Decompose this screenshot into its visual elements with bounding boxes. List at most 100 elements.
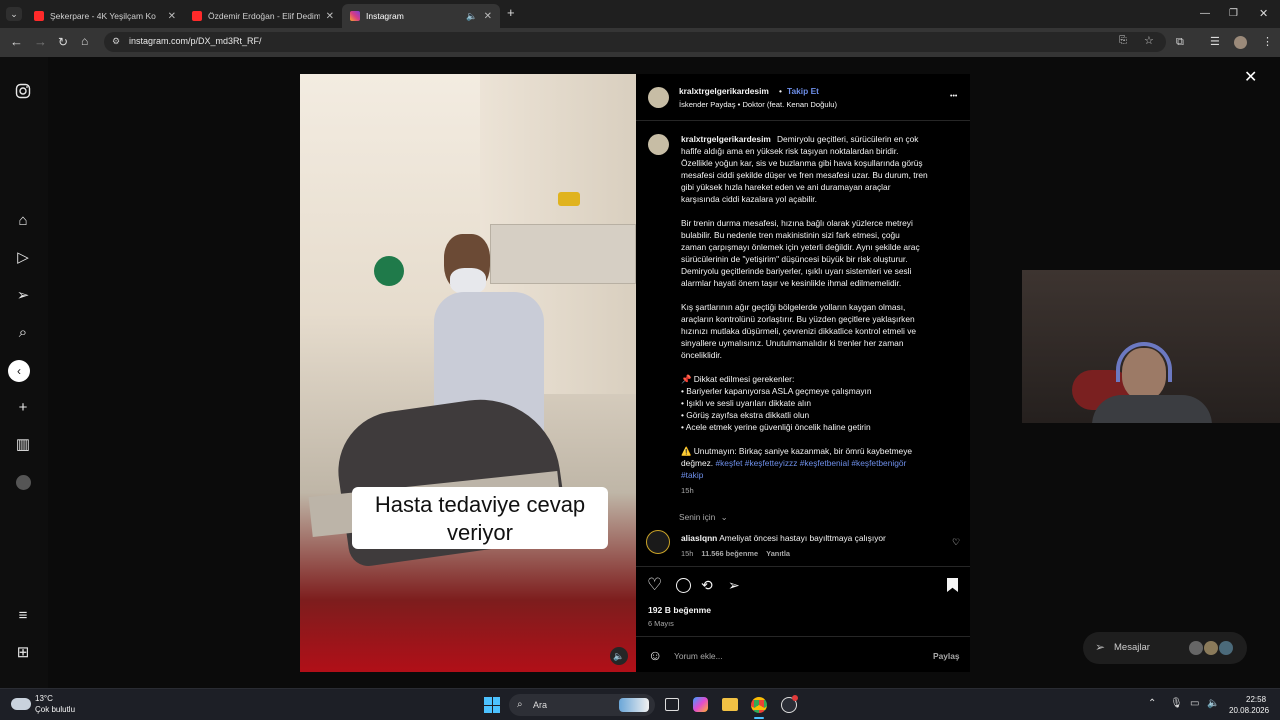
messages-button[interactable]: ➢ Mesajlar: [1083, 632, 1247, 664]
comment-meta: 15h 11.566 beğenme Yanıtla: [681, 548, 790, 560]
forward-arrow-icon[interactable]: →: [34, 35, 47, 48]
caption-line: sinyallere uymalısınız. Unutulmamalıdır …: [681, 338, 904, 348]
start-button[interactable]: [484, 697, 500, 713]
caption-line: • Acele etmek yerine güvenliği öncelik h…: [681, 422, 871, 432]
caption-line: bulabilir. Bu nedenle tren makinistinin …: [681, 230, 900, 240]
comment-username[interactable]: aliaslqnn: [681, 533, 717, 543]
save-bookmark-icon[interactable]: [947, 578, 958, 592]
taskbar-search[interactable]: ⌕ Ara: [509, 694, 655, 716]
browser-tab-1[interactable]: Şekerpare - 4K Yeşilçam Ko ✕: [26, 4, 184, 28]
reload-icon[interactable]: ↻: [58, 36, 68, 48]
speaker-icon[interactable]: 🔈: [466, 11, 477, 22]
caption-author-avatar[interactable]: [648, 134, 669, 155]
tab-title: Özdemir Erdoğan - Elif Dedim B: [208, 11, 320, 21]
display-icon[interactable]: ▭: [1190, 698, 1199, 710]
tab-close-icon[interactable]: ✕: [326, 11, 334, 22]
chrome-icon[interactable]: [751, 697, 767, 713]
url-text[interactable]: instagram.com/p/DX_md3Rt_RF/: [129, 36, 262, 46]
browser-tab-2[interactable]: Özdemir Erdoğan - Elif Dedim B ✕: [184, 4, 342, 28]
caption-line: • Işıklı ve sesli uyarıları dikkate alın: [681, 398, 812, 408]
caption-line: sürücülerinin de "yetişirim" düşüncesi b…: [681, 254, 908, 264]
audio-track[interactable]: İskender Paydaş • Doktor (feat. Kenan Do…: [679, 99, 837, 111]
comment-bubble-icon[interactable]: [676, 578, 691, 593]
browser-menu-icon[interactable]: ⋮: [1262, 36, 1273, 48]
weather-description[interactable]: Çok bulutlu: [35, 704, 75, 716]
caption-username[interactable]: kralxtrgelgerikardesim: [681, 133, 771, 145]
instagram-logo-icon[interactable]: [14, 83, 32, 101]
more-options-icon[interactable]: •••: [950, 91, 957, 103]
comment-likes[interactable]: 11.566 beğenme: [701, 549, 758, 558]
caption-timestamp: 15h: [681, 486, 694, 495]
hidden-icons-chevron[interactable]: ⌃: [1148, 698, 1156, 710]
green-sign: [374, 256, 404, 286]
tab-title: Şekerpare - 4K Yeşilçam Ko: [50, 11, 156, 21]
direct-message-icon[interactable]: ➢: [14, 287, 32, 305]
youtube-favicon-icon: [34, 11, 44, 21]
share-send-icon[interactable]: ➢: [728, 577, 740, 593]
comment-avatar[interactable]: [646, 530, 670, 554]
also-from-meta-icon[interactable]: ⊞: [14, 644, 32, 662]
close-window-button[interactable]: ✕: [1259, 8, 1268, 20]
comment-time: 15h: [681, 549, 694, 558]
site-info-icon[interactable]: ⚙: [112, 36, 120, 47]
mute-button[interactable]: 🔈: [610, 647, 628, 665]
close-modal-button[interactable]: ✕: [1244, 67, 1257, 87]
author-username[interactable]: kralxtrgelgerikardesim: [679, 85, 769, 97]
reading-list-icon[interactable]: ☰: [1210, 36, 1220, 48]
restore-window-button[interactable]: ❐: [1229, 8, 1238, 20]
create-plus-icon[interactable]: +: [14, 399, 32, 417]
profile-avatar[interactable]: [1234, 36, 1247, 49]
follow-button[interactable]: Takip Et: [787, 85, 819, 97]
dashboard-icon[interactable]: ▥: [14, 436, 32, 454]
task-view-icon[interactable]: [665, 698, 679, 711]
likes-count[interactable]: 192 B beğenme: [648, 604, 711, 616]
instagram-sidebar: ⌂ ▷ ➢ ⌕ ‹ + ▥ ≡ ⊞: [0, 57, 48, 688]
profile-avatar[interactable]: [16, 475, 31, 490]
repost-icon[interactable]: ⟲: [701, 577, 713, 593]
hashtag-takip[interactable]: #takip: [681, 469, 703, 481]
tab-close-icon[interactable]: ✕: [168, 11, 176, 22]
clock-date[interactable]: 20.08.2026: [1229, 705, 1269, 717]
address-bar[interactable]: ⚙ instagram.com/p/DX_md3Rt_RF/ ⎘ ☆: [104, 32, 1166, 52]
author-avatar[interactable]: [648, 87, 669, 108]
chevron-down-icon: ⌄: [720, 512, 728, 522]
tab-close-icon[interactable]: ✕: [484, 11, 492, 22]
caption-line: • Görüş zayıfsa ekstra dikkatli olun: [681, 410, 810, 420]
windows-taskbar: 13°C Çok bulutlu ⌕ Ara ⌃ 🎙 ▭ 🔈 22:58 20.…: [0, 688, 1280, 720]
install-app-icon[interactable]: ⎘: [1119, 35, 1127, 46]
post-video[interactable]: Hasta tedaviye cevap veriyor 🔈: [300, 74, 636, 672]
microphone-icon[interactable]: 🎙: [1170, 698, 1183, 710]
minimize-window-button[interactable]: —: [1200, 8, 1210, 20]
search-label: Ara: [533, 700, 548, 710]
post-comment-button[interactable]: Paylaş: [933, 650, 960, 662]
bookmark-star-icon[interactable]: ☆: [1144, 34, 1154, 47]
extensions-icon[interactable]: ⧉: [1176, 36, 1184, 48]
hashtags[interactable]: #keşfet #keşfetteyizzz #keşfetbenial #ke…: [715, 458, 906, 468]
comment-text: Ameliyat öncesi hastayı bayılttmaya çalı…: [719, 533, 886, 543]
reels-icon[interactable]: ▷: [14, 249, 32, 267]
new-tab-button[interactable]: +: [507, 6, 515, 19]
caption-last-line: değmez. #keşfet #keşfetteyizzz #keşfetbe…: [681, 457, 906, 469]
like-heart-icon[interactable]: ♡: [647, 576, 662, 594]
file-explorer-icon[interactable]: [722, 698, 738, 711]
back-arrow-icon[interactable]: ←: [10, 35, 23, 48]
copilot-icon[interactable]: [693, 697, 708, 712]
comment-line: aliaslqnn Ameliyat öncesi hastayı bayılt…: [681, 532, 886, 544]
webcam-overlay: [1022, 270, 1280, 423]
more-menu-icon[interactable]: ≡: [14, 607, 32, 625]
tab-search-button[interactable]: ⌄: [6, 7, 22, 21]
comment-input[interactable]: Yorum ekle...: [674, 650, 723, 662]
volume-icon[interactable]: 🔈: [1207, 698, 1219, 710]
messages-label: Mesajlar: [1114, 642, 1150, 653]
weather-cloud-icon[interactable]: [11, 698, 31, 710]
search-icon[interactable]: ⌕: [14, 324, 32, 342]
comment-sort-dropdown[interactable]: Senin için ⌄: [679, 511, 728, 523]
collapse-arrow-button[interactable]: ‹: [8, 360, 30, 382]
home-icon[interactable]: ⌂: [81, 35, 88, 47]
home-icon[interactable]: ⌂: [14, 212, 32, 230]
browser-tab-instagram[interactable]: Instagram 🔈 ✕: [342, 4, 500, 28]
caption-line: zaman çarpışmayı önlemek için yeterli de…: [681, 242, 920, 252]
emoji-icon[interactable]: ☺: [648, 647, 662, 663]
comment-like-heart-icon[interactable]: ♡: [952, 536, 960, 548]
reply-button[interactable]: Yanıtla: [766, 549, 790, 558]
